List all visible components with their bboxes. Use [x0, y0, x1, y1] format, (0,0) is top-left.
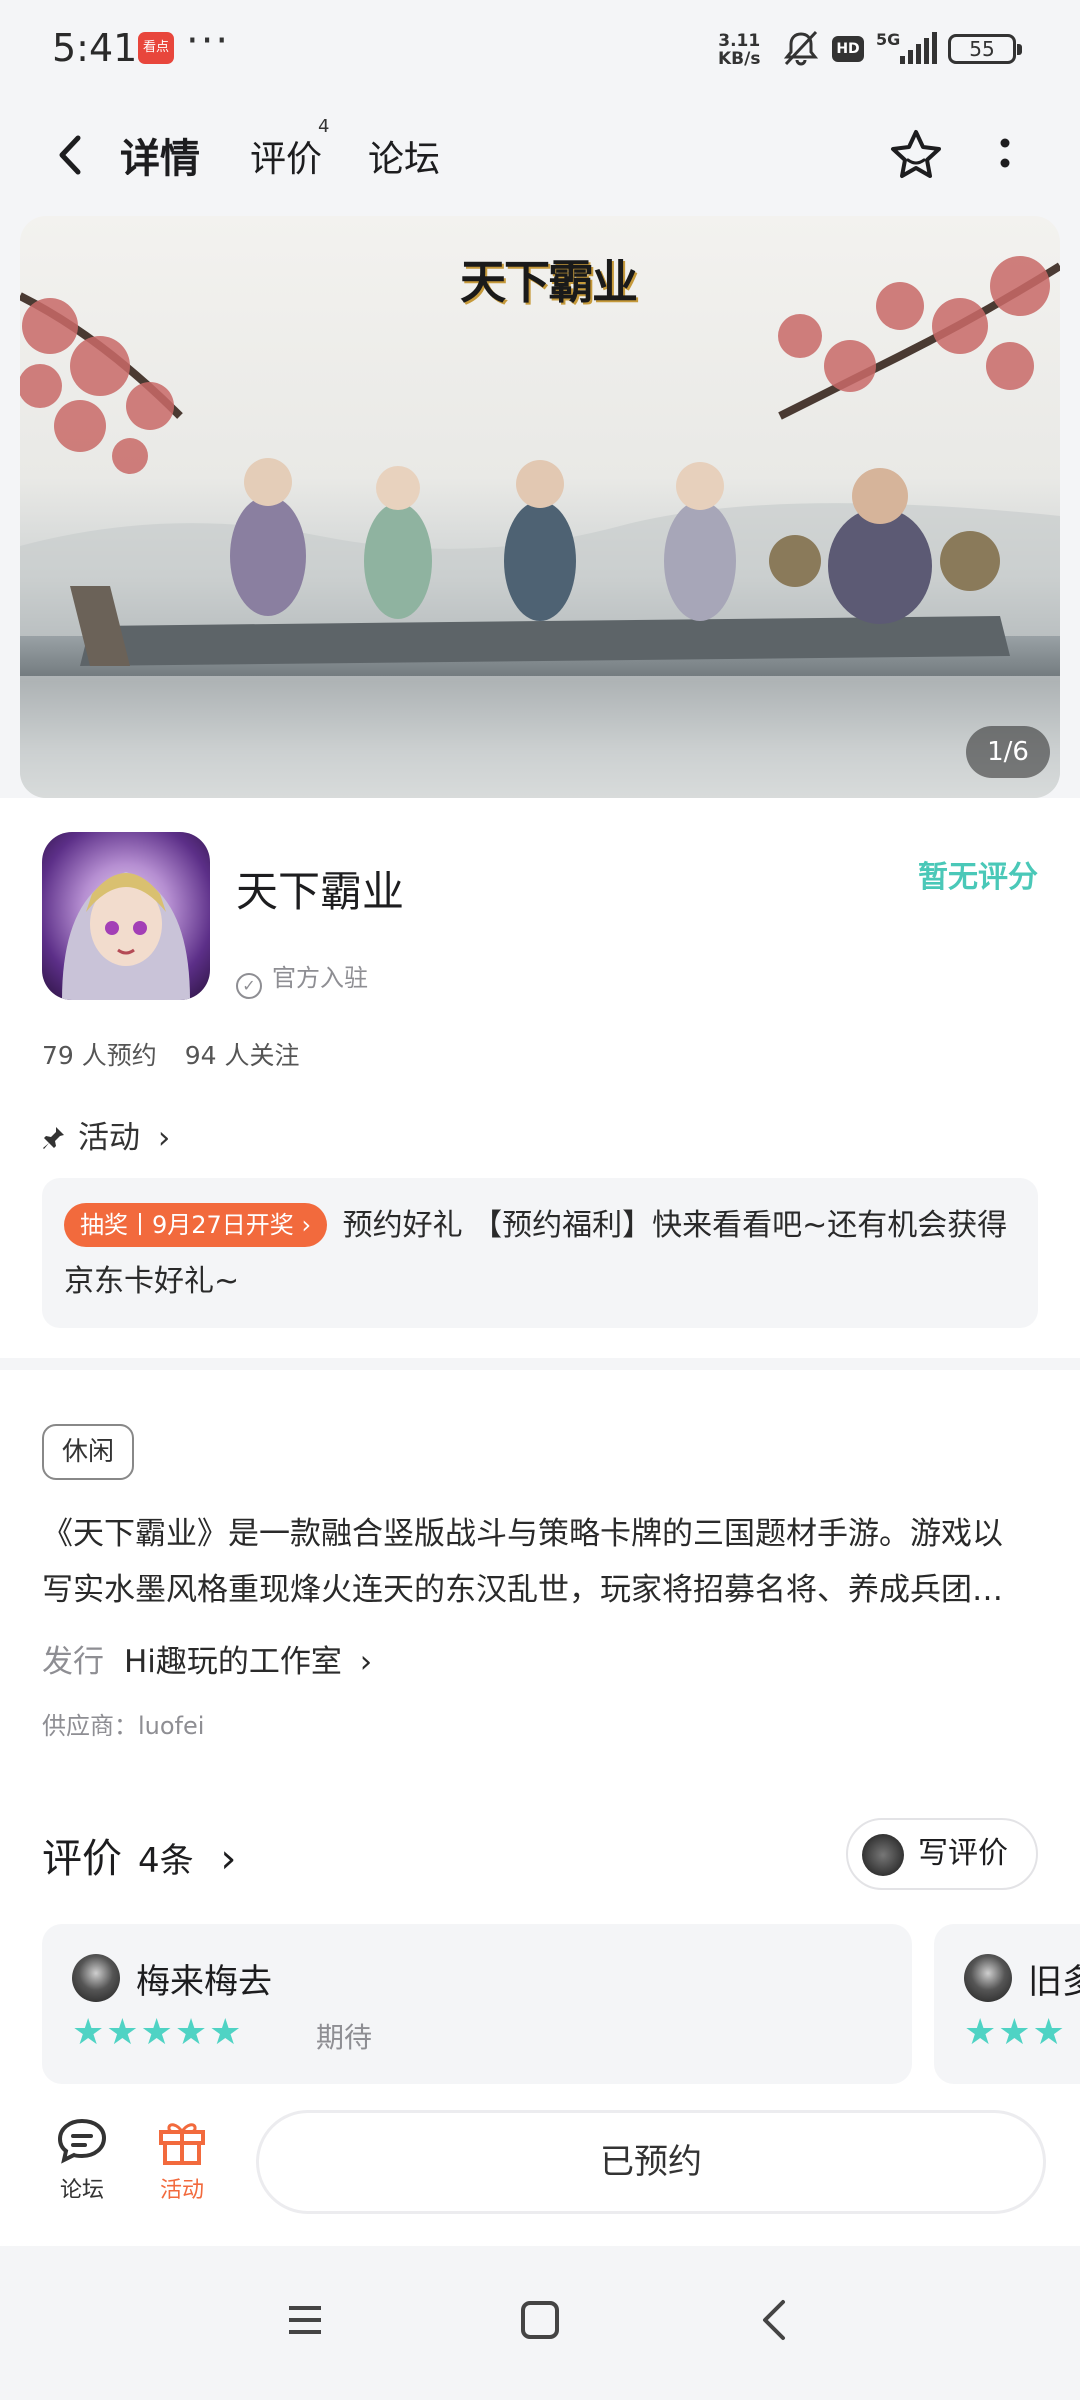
- app-name: 天下霸业: [236, 867, 405, 916]
- publisher-row[interactable]: 发行 Hi趣玩的工作室 ›: [42, 1636, 372, 1681]
- tab-reviews-count: 4: [318, 116, 330, 137]
- reviewer-avatar: [964, 1954, 1012, 2002]
- reviewer-name: 旧多: [1028, 1962, 1080, 2002]
- publisher-name: Hi趣玩的工作室: [124, 1644, 342, 1680]
- banner-carousel[interactable]: 天下霸业 1/6: [20, 216, 1060, 798]
- recent-apps-icon[interactable]: [275, 2290, 335, 2350]
- banner-page-counter: 1/6: [966, 726, 1050, 778]
- game-description[interactable]: 《天下霸业》是一款融合竖版战斗与策略卡牌的三国题材手游。游戏以 写实水墨风格重现…: [42, 1506, 1042, 1618]
- tab-forum[interactable]: 论坛: [368, 130, 440, 182]
- system-nav-bar: [0, 2246, 1080, 2400]
- more-notifications-icon: ···: [186, 18, 231, 64]
- reservation-count: 79 人预约: [42, 1041, 157, 1070]
- reviews-header[interactable]: 评价 4条 ›: [42, 1826, 236, 1884]
- forum-chat-icon: [57, 2118, 107, 2164]
- signal-icon: [900, 32, 937, 64]
- home-icon[interactable]: [510, 2290, 570, 2350]
- chevron-right-icon: ›: [359, 1644, 373, 1680]
- tab-reviews[interactable]: 评价: [250, 130, 322, 182]
- reviews-count: 4条: [138, 1841, 194, 1881]
- reserved-button[interactable]: 已预约: [256, 2110, 1046, 2214]
- system-back-icon[interactable]: [745, 2290, 805, 2350]
- banner-game-logo: 天下霸业: [460, 255, 638, 309]
- review-card[interactable]: 旧多 ★★★: [934, 1924, 1080, 2084]
- mute-bell-icon: [783, 30, 819, 66]
- lottery-tag-label: 抽奖丨9月27日开奖: [80, 1211, 294, 1239]
- hd-icon: HD: [832, 36, 864, 62]
- tab-reviews-label: 评价: [250, 139, 323, 180]
- forum-button[interactable]: 论坛: [42, 2116, 122, 2204]
- tab-forum-label: 论坛: [368, 139, 441, 180]
- status-bar: 5:41 看点 ··· 3.11 KB/s HD 5G 55: [0, 0, 1080, 100]
- rating-status: 暂无评分: [918, 860, 1038, 895]
- review-stars: ★★★★★: [72, 2012, 244, 2053]
- write-review-button[interactable]: 写评价: [846, 1818, 1038, 1890]
- network-speed: 3.11 KB/s: [718, 32, 760, 68]
- description-line-1: 《天下霸业》是一款融合竖版战斗与策略卡牌的三国题材手游。游戏以: [42, 1516, 1003, 1552]
- user-avatar: [862, 1834, 904, 1876]
- publisher-label: 发行: [42, 1644, 104, 1680]
- write-review-label: 写评价: [918, 1836, 1008, 1871]
- genre-tag[interactable]: 休闲: [42, 1424, 135, 1480]
- app-icon: [42, 832, 210, 1000]
- pin-icon: [42, 1120, 66, 1156]
- review-mood: 期待: [316, 2021, 373, 2054]
- chevron-right-icon: ›: [157, 1120, 171, 1156]
- status-time: 5:41: [52, 26, 138, 70]
- network-speed-unit: KB/s: [718, 49, 761, 69]
- more-menu-icon[interactable]: [990, 130, 1020, 180]
- review-card[interactable]: 梅来梅去 ★★★★★ 期待: [42, 1924, 912, 2084]
- battery-icon: 55: [948, 34, 1022, 64]
- forum-label: 论坛: [59, 2178, 104, 2203]
- gift-icon: [159, 2123, 205, 2165]
- app-icon-artwork: [62, 872, 190, 1000]
- lottery-tag[interactable]: 抽奖丨9月27日开奖 ›: [64, 1203, 328, 1247]
- review-stars: ★★★: [964, 2012, 1067, 2053]
- back-arrow-icon[interactable]: [50, 130, 90, 180]
- app-stats: 79 人预约 94 人关注: [42, 1036, 328, 1072]
- reviewer-avatar: [72, 1954, 120, 2002]
- activity-header[interactable]: 活动 ›: [42, 1112, 170, 1157]
- official-label: 官方入驻: [272, 964, 368, 992]
- description-line-2: 写实水墨风格重现烽火连天的东汉乱世，玩家将招募名将、养成兵团…: [42, 1572, 1003, 1608]
- official-badge: ✓ 官方入驻: [236, 958, 368, 999]
- reviews-title: 评价: [42, 1836, 122, 1882]
- activity-header-label: 活动: [78, 1120, 140, 1156]
- follow-count: 94 人关注: [184, 1041, 300, 1070]
- chevron-right-icon: ›: [220, 1836, 237, 1882]
- activity-button[interactable]: 活动: [142, 2116, 222, 2204]
- network-speed-value: 3.11: [718, 31, 761, 51]
- notification-app-icon: 看点: [138, 32, 174, 64]
- reviewer-name: 梅来梅去: [136, 1962, 272, 2002]
- favorite-star-icon[interactable]: [886, 126, 946, 186]
- tab-details[interactable]: 详情: [114, 126, 206, 184]
- check-circle-icon: ✓: [236, 973, 262, 999]
- activity-card[interactable]: 抽奖丨9月27日开奖 › 预约好礼 【预约福利】快来看看吧~还有机会获得京东卡好…: [42, 1178, 1038, 1328]
- activity-label: 活动: [159, 2178, 204, 2203]
- top-nav: 详情 评价 4 论坛: [0, 100, 1080, 210]
- supplier-info: 供应商：luofei: [42, 1712, 205, 1740]
- tab-details-label: 详情: [120, 136, 200, 182]
